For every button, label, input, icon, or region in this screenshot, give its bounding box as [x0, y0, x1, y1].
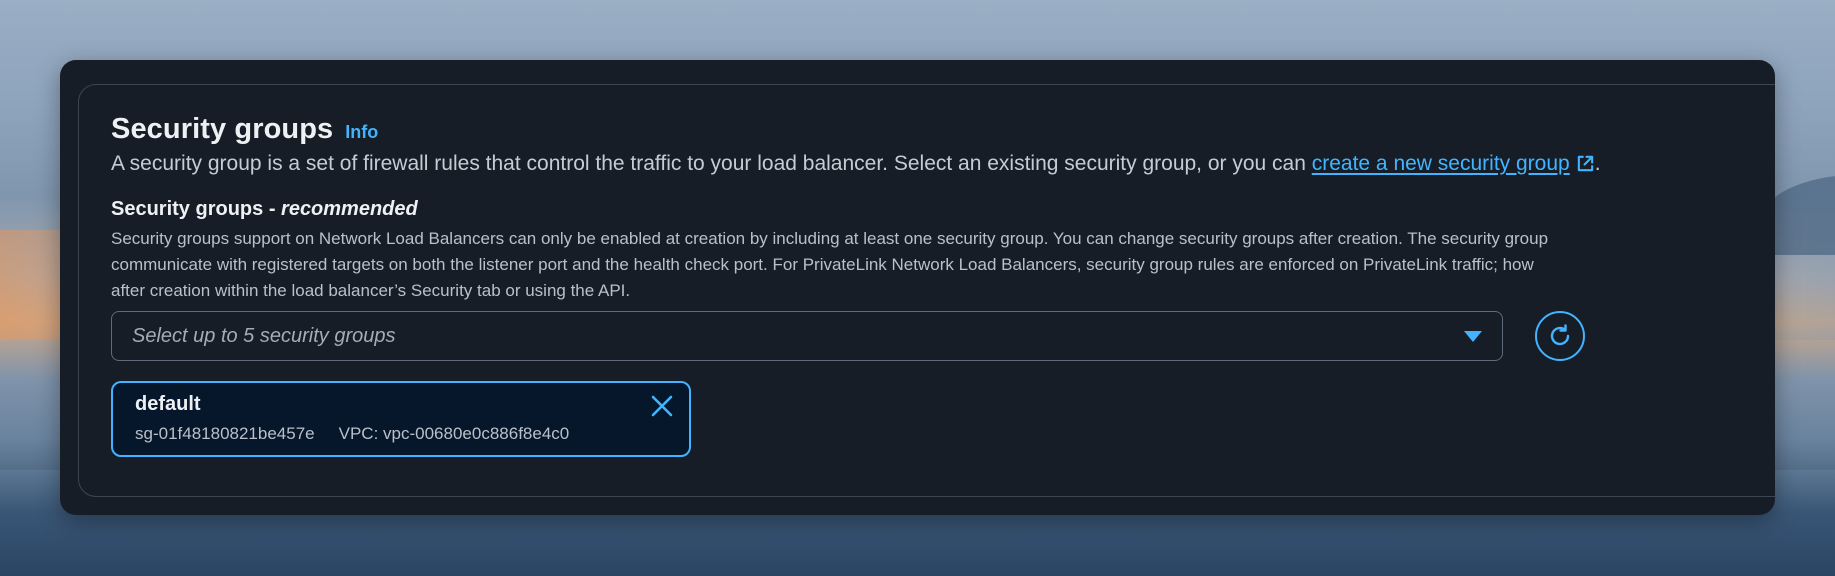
close-icon[interactable]	[649, 393, 675, 419]
field-label-text: Security groups -	[111, 198, 282, 220]
token-vpc: VPC: vpc-00680e0c886f8e4c0	[338, 424, 570, 443]
selected-security-group-token: default sg-01f48180821be457e VPC: vpc-006…	[111, 381, 691, 457]
field-description: Security groups support on Network Load …	[111, 226, 1775, 304]
field-description-line: communicate with registered targets on b…	[111, 255, 1534, 274]
field-description-line: Security groups support on Network Load …	[111, 229, 1549, 248]
refresh-button[interactable]	[1535, 311, 1585, 361]
create-security-group-link-label[interactable]: create a new security group	[1312, 152, 1570, 175]
app-window: Security groups Info A security group is…	[60, 60, 1775, 515]
field-description-line: after creation within the load balancer’…	[111, 281, 631, 300]
section-title: Security groups	[111, 113, 334, 145]
refresh-icon[interactable]	[1547, 323, 1573, 349]
security-groups-select[interactable]: Select up to 5 security groups	[111, 311, 1503, 361]
field-label: Security groups - recommended	[111, 198, 1775, 221]
external-link-icon[interactable]	[1576, 154, 1595, 173]
token-name: default	[135, 393, 201, 415]
description-suffix: .	[1594, 152, 1601, 175]
caret-down-icon[interactable]	[1464, 330, 1482, 342]
field-label-emphasis: recommended	[281, 198, 418, 220]
security-groups-content: Security groups Info A security group is…	[111, 113, 1775, 457]
select-placeholder: Select up to 5 security groups	[132, 324, 396, 347]
select-row: Select up to 5 security groups	[111, 311, 1775, 361]
token-group-id: sg-01f48180821be457e	[135, 424, 315, 443]
section-header: Security groups Info	[111, 113, 1775, 146]
info-link[interactable]: Info	[345, 122, 378, 143]
security-groups-container: Security groups Info A security group is…	[78, 84, 1775, 497]
description-text: A security group is a set of firewall ru…	[111, 152, 1312, 175]
token-meta: sg-01f48180821be457e VPC: vpc-00680e0c886…	[135, 424, 689, 444]
create-security-group-link[interactable]: create a new security group	[1312, 152, 1595, 175]
section-description: A security group is a set of firewall ru…	[111, 152, 1775, 176]
